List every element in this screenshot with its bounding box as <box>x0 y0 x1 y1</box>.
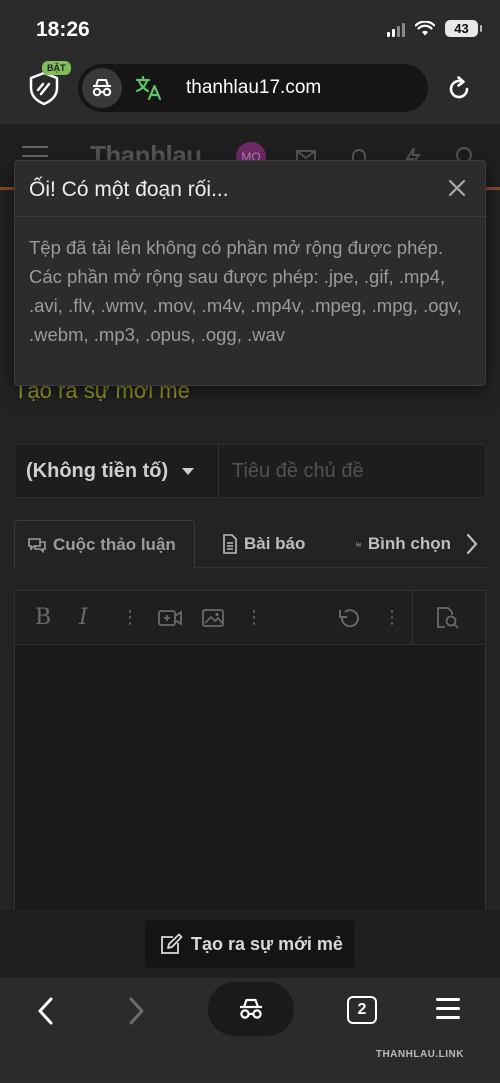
tab-label: Cuộc thảo luận <box>53 534 176 554</box>
status-bar: 18:26 43 <box>0 0 500 58</box>
signal-icon <box>387 21 405 37</box>
rich-text-editor: B I ⋮ ⋮ ⋮ <box>14 590 486 920</box>
article-icon <box>223 534 237 554</box>
tab-label: Bài báo <box>244 534 306 553</box>
more-icon[interactable]: ⋮ <box>383 607 401 628</box>
shield-icon[interactable] <box>26 70 62 106</box>
dialog-header: Ối! Có một đoạn rối... <box>15 161 485 217</box>
submit-label: Tạo ra sự mới mẻ <box>191 933 343 954</box>
status-time: 18:26 <box>36 18 90 41</box>
error-dialog: Ối! Có một đoạn rối... Tệp đã tải lên kh… <box>14 160 486 386</box>
prefix-select[interactable]: (Không tiền tố) <box>15 445 219 497</box>
forward-icon[interactable] <box>128 996 146 1026</box>
status-icons: 43 <box>387 20 482 37</box>
more-icon[interactable]: ⋮ <box>245 607 263 628</box>
tab-discussion[interactable]: Cuộc thảo luận <box>14 520 195 569</box>
menu-icon[interactable] <box>436 998 460 1025</box>
reload-icon[interactable] <box>445 75 473 103</box>
address-bar[interactable]: thanhlau17.com <box>78 64 428 112</box>
tab-poll[interactable]: Bình chọn <box>356 520 451 568</box>
screen: 18:26 43 BẬT thanhlau17.com Thanhlau MO … <box>0 0 500 1083</box>
thread-title-input[interactable] <box>220 445 485 497</box>
watermark: THANHLAU.LINK <box>375 1049 464 1060</box>
browser-toolbar: BẬT thanhlau17.com <box>0 58 500 124</box>
browser-bottom-bar: 2 <box>0 978 500 1083</box>
wifi-icon <box>415 20 435 35</box>
comments-icon <box>28 537 46 553</box>
translate-icon[interactable] <box>135 75 163 101</box>
tab-label: Bình chọn <box>367 534 451 553</box>
more-icon[interactable]: ⋮ <box>121 607 139 628</box>
chevron-down-icon <box>182 467 195 475</box>
incognito-icon <box>240 998 262 1019</box>
tab-article[interactable]: Bài báo <box>222 520 305 568</box>
shield-status-badge: BẬT <box>42 61 71 75</box>
battery-indicator: 43 <box>445 20 482 37</box>
url-text: thanhlau17.com <box>186 77 322 98</box>
poll-icon <box>356 541 362 547</box>
thread-title-row: (Không tiền tố) <box>14 444 486 498</box>
preview-icon[interactable] <box>435 606 461 630</box>
dialog-message: Tệp đã tải lên không có phần mở rộng đượ… <box>29 237 462 345</box>
video-icon[interactable] <box>157 608 183 628</box>
image-icon[interactable] <box>201 608 225 628</box>
dialog-title: Ối! Có một đoạn rối... <box>29 178 229 201</box>
back-icon[interactable] <box>36 996 54 1026</box>
chevron-right-icon[interactable] <box>464 532 480 556</box>
toolbar-divider <box>412 591 413 645</box>
incognito-icon[interactable] <box>82 68 122 108</box>
bold-icon[interactable]: B <box>35 605 51 630</box>
incognito-tab-button[interactable] <box>208 982 294 1036</box>
italic-icon[interactable]: I <box>79 605 88 630</box>
thread-type-tabs: Cuộc thảo luận Bài báo Bình chọn <box>14 520 486 569</box>
editor-toolbar: B I ⋮ ⋮ ⋮ <box>15 591 485 645</box>
edit-icon <box>161 933 183 954</box>
close-icon[interactable] <box>447 178 467 198</box>
editor-content-area[interactable] <box>15 645 485 921</box>
submit-button[interactable]: Tạo ra sự mới mẻ <box>145 920 354 968</box>
tab-switcher-button[interactable]: 2 <box>347 996 377 1024</box>
prefix-label: (Không tiền tố) <box>26 459 169 482</box>
undo-icon[interactable] <box>337 607 361 629</box>
